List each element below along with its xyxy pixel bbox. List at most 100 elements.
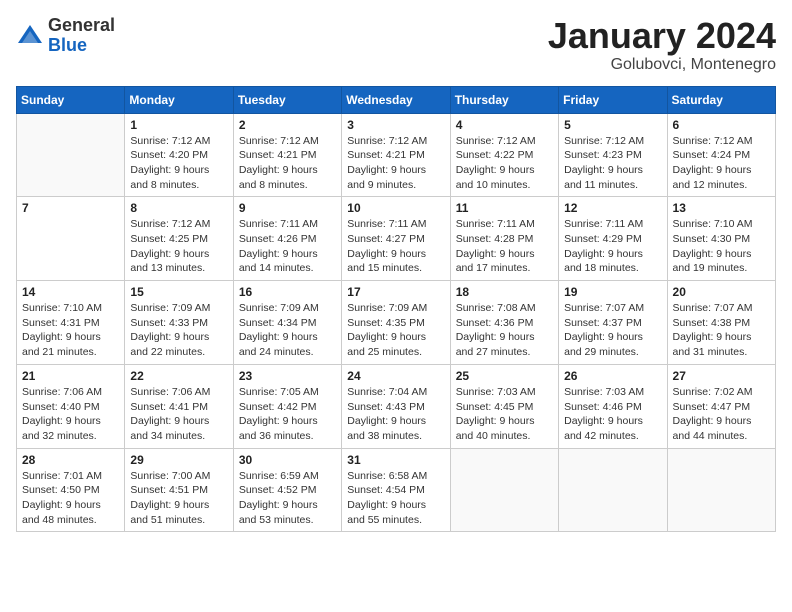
- table-row: 25 Sunrise: 7:03 AMSunset: 4:45 PMDayligh…: [450, 364, 558, 448]
- day-info: Sunrise: 7:12 AMSunset: 4:21 PMDaylight:…: [347, 134, 444, 193]
- day-number: 6: [673, 118, 770, 132]
- day-info: Sunrise: 7:11 AMSunset: 4:29 PMDaylight:…: [564, 217, 661, 276]
- table-row: [450, 448, 558, 532]
- table-row: 20 Sunrise: 7:07 AMSunset: 4:38 PMDayligh…: [667, 281, 775, 365]
- table-row: 28Sunrise: 7:01 AMSunset: 4:50 PMDayligh…: [17, 448, 125, 532]
- day-number: 4: [456, 118, 553, 132]
- table-row: 24 Sunrise: 7:04 AMSunset: 4:43 PMDayligh…: [342, 364, 450, 448]
- day-info: Sunrise: 7:12 AMSunset: 4:21 PMDaylight:…: [239, 134, 336, 193]
- col-sunday: Sunday: [17, 86, 125, 113]
- table-row: 7: [17, 197, 125, 281]
- day-number: 25: [456, 369, 553, 383]
- calendar-week-row: 1Sunrise: 7:12 AMSunset: 4:20 PMDaylight…: [17, 113, 776, 197]
- calendar-table: Sunday Monday Tuesday Wednesday Thursday…: [16, 86, 776, 533]
- logo-icon: [16, 23, 44, 51]
- day-info: Sunrise: 7:09 AMSunset: 4:33 PMDaylight:…: [130, 301, 227, 360]
- day-number: 28: [22, 453, 119, 467]
- day-number: 17: [347, 285, 444, 299]
- day-info: Sunrise: 7:09 AMSunset: 4:35 PMDaylight:…: [347, 301, 444, 360]
- table-row: 5 Sunrise: 7:12 AMSunset: 4:23 PMDaylight…: [559, 113, 667, 197]
- day-info: Sunrise: 7:00 AMSunset: 4:51 PMDaylight:…: [130, 469, 227, 528]
- table-row: 18 Sunrise: 7:08 AMSunset: 4:36 PMDayligh…: [450, 281, 558, 365]
- table-row: 13Sunrise: 7:10 AMSunset: 4:30 PMDayligh…: [667, 197, 775, 281]
- day-info: Sunrise: 7:03 AMSunset: 4:45 PMDaylight:…: [456, 385, 553, 444]
- table-row: 6 Sunrise: 7:12 AMSunset: 4:24 PMDaylight…: [667, 113, 775, 197]
- day-info: Sunrise: 7:12 AMSunset: 4:23 PMDaylight:…: [564, 134, 661, 193]
- table-row: 15Sunrise: 7:09 AMSunset: 4:33 PMDayligh…: [125, 281, 233, 365]
- day-info: Sunrise: 7:08 AMSunset: 4:36 PMDaylight:…: [456, 301, 553, 360]
- day-info: Sunrise: 7:11 AMSunset: 4:28 PMDaylight:…: [456, 217, 553, 276]
- day-number: 23: [239, 369, 336, 383]
- day-number: 30: [239, 453, 336, 467]
- month-title: January 2024: [548, 16, 776, 56]
- day-info: Sunrise: 7:12 AMSunset: 4:22 PMDaylight:…: [456, 134, 553, 193]
- table-row: 2Sunrise: 7:12 AMSunset: 4:21 PMDaylight…: [233, 113, 341, 197]
- col-saturday: Saturday: [667, 86, 775, 113]
- table-row: [667, 448, 775, 532]
- calendar-week-row: 28Sunrise: 7:01 AMSunset: 4:50 PMDayligh…: [17, 448, 776, 532]
- table-row: 26Sunrise: 7:03 AMSunset: 4:46 PMDayligh…: [559, 364, 667, 448]
- day-info: Sunrise: 7:10 AMSunset: 4:31 PMDaylight:…: [22, 301, 119, 360]
- day-number: 29: [130, 453, 227, 467]
- table-row: 31Sunrise: 6:58 AMSunset: 4:54 PMDayligh…: [342, 448, 450, 532]
- day-number: 26: [564, 369, 661, 383]
- col-monday: Monday: [125, 86, 233, 113]
- logo-blue: Blue: [48, 36, 115, 56]
- day-number: 20: [673, 285, 770, 299]
- table-row: 21 Sunrise: 7:06 AMSunset: 4:40 PMDayligh…: [17, 364, 125, 448]
- day-info: Sunrise: 7:02 AMSunset: 4:47 PMDaylight:…: [673, 385, 770, 444]
- calendar-week-row: 21 Sunrise: 7:06 AMSunset: 4:40 PMDayligh…: [17, 364, 776, 448]
- day-number: 24: [347, 369, 444, 383]
- day-info: Sunrise: 7:06 AMSunset: 4:41 PMDaylight:…: [130, 385, 227, 444]
- day-info: Sunrise: 7:04 AMSunset: 4:43 PMDaylight:…: [347, 385, 444, 444]
- day-number: 21: [22, 369, 119, 383]
- table-row: 1Sunrise: 7:12 AMSunset: 4:20 PMDaylight…: [125, 113, 233, 197]
- col-friday: Friday: [559, 86, 667, 113]
- table-row: 3Sunrise: 7:12 AMSunset: 4:21 PMDaylight…: [342, 113, 450, 197]
- day-info: Sunrise: 7:06 AMSunset: 4:40 PMDaylight:…: [22, 385, 119, 444]
- day-info: Sunrise: 7:10 AMSunset: 4:30 PMDaylight:…: [673, 217, 770, 276]
- table-row: 23 Sunrise: 7:05 AMSunset: 4:42 PMDayligh…: [233, 364, 341, 448]
- day-info: Sunrise: 7:09 AMSunset: 4:34 PMDaylight:…: [239, 301, 336, 360]
- day-number: 9: [239, 201, 336, 215]
- day-number: 12: [564, 201, 661, 215]
- table-row: 17 Sunrise: 7:09 AMSunset: 4:35 PMDayligh…: [342, 281, 450, 365]
- day-number: 8: [130, 201, 227, 215]
- table-row: 30 Sunrise: 6:59 AMSunset: 4:52 PMDayligh…: [233, 448, 341, 532]
- table-row: 4 Sunrise: 7:12 AMSunset: 4:22 PMDaylight…: [450, 113, 558, 197]
- table-row: 16 Sunrise: 7:09 AMSunset: 4:34 PMDayligh…: [233, 281, 341, 365]
- table-row: [559, 448, 667, 532]
- logo-general: General: [48, 16, 115, 36]
- day-number: 7: [22, 201, 119, 215]
- table-row: 8Sunrise: 7:12 AMSunset: 4:25 PMDaylight…: [125, 197, 233, 281]
- day-info: Sunrise: 7:07 AMSunset: 4:38 PMDaylight:…: [673, 301, 770, 360]
- day-number: 18: [456, 285, 553, 299]
- day-info: Sunrise: 7:12 AMSunset: 4:24 PMDaylight:…: [673, 134, 770, 193]
- day-number: 16: [239, 285, 336, 299]
- day-info: Sunrise: 7:11 AMSunset: 4:27 PMDaylight:…: [347, 217, 444, 276]
- day-number: 14: [22, 285, 119, 299]
- logo-text: General Blue: [48, 16, 115, 56]
- table-row: 19Sunrise: 7:07 AMSunset: 4:37 PMDayligh…: [559, 281, 667, 365]
- page-header: General Blue January 2024 Golubovci, Mon…: [16, 16, 776, 74]
- table-row: 11 Sunrise: 7:11 AMSunset: 4:28 PMDayligh…: [450, 197, 558, 281]
- location-title: Golubovci, Montenegro: [548, 56, 776, 74]
- day-number: 5: [564, 118, 661, 132]
- day-info: Sunrise: 7:05 AMSunset: 4:42 PMDaylight:…: [239, 385, 336, 444]
- col-wednesday: Wednesday: [342, 86, 450, 113]
- title-block: January 2024 Golubovci, Montenegro: [548, 16, 776, 74]
- table-row: [17, 113, 125, 197]
- table-row: 10Sunrise: 7:11 AMSunset: 4:27 PMDayligh…: [342, 197, 450, 281]
- table-row: 29 Sunrise: 7:00 AMSunset: 4:51 PMDayligh…: [125, 448, 233, 532]
- day-info: Sunrise: 7:11 AMSunset: 4:26 PMDaylight:…: [239, 217, 336, 276]
- table-row: 12 Sunrise: 7:11 AMSunset: 4:29 PMDayligh…: [559, 197, 667, 281]
- day-number: 22: [130, 369, 227, 383]
- calendar-header-row: Sunday Monday Tuesday Wednesday Thursday…: [17, 86, 776, 113]
- table-row: 22 Sunrise: 7:06 AMSunset: 4:41 PMDayligh…: [125, 364, 233, 448]
- day-info: Sunrise: 6:58 AMSunset: 4:54 PMDaylight:…: [347, 469, 444, 528]
- calendar-week-row: 14 Sunrise: 7:10 AMSunset: 4:31 PMDayligh…: [17, 281, 776, 365]
- calendar-week-row: 7 8Sunrise: 7:12 AMSunset: 4:25 PMDayligh…: [17, 197, 776, 281]
- day-info: Sunrise: 6:59 AMSunset: 4:52 PMDaylight:…: [239, 469, 336, 528]
- day-number: 11: [456, 201, 553, 215]
- table-row: 27Sunrise: 7:02 AMSunset: 4:47 PMDayligh…: [667, 364, 775, 448]
